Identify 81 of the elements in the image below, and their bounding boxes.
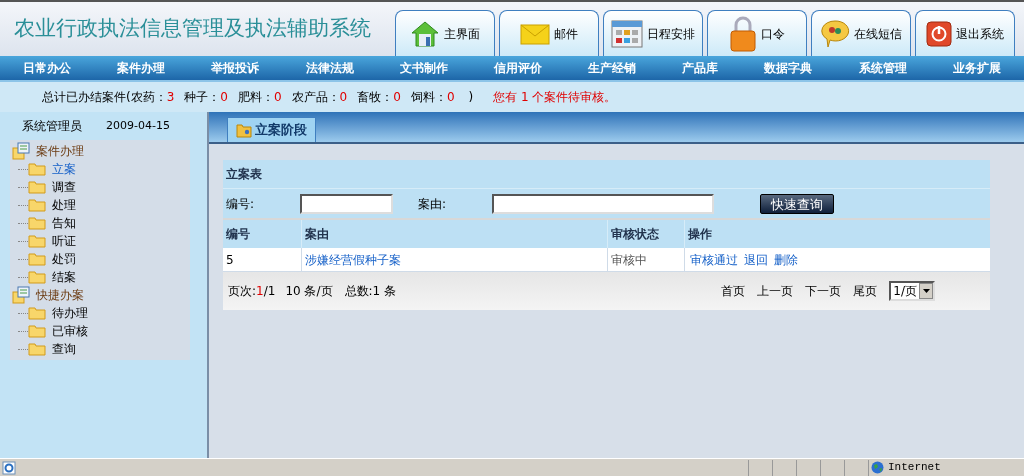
toolbar-button[interactable]: 在线短信 (811, 10, 911, 56)
menu-item[interactable]: 文书制作 (399, 59, 448, 77)
power-icon (926, 20, 952, 47)
tree-item[interactable]: 告知 (52, 214, 76, 232)
app-title: 农业行政执法信息管理及执法辅助系统 (13, 15, 372, 43)
menu-item[interactable]: 系统管理 (858, 59, 907, 77)
toolbar-button[interactable]: 邮件 (499, 10, 599, 56)
case-link[interactable]: 涉嫌经营假种子案 (305, 250, 401, 269)
folder-icon (28, 162, 46, 176)
folder-icon (28, 216, 46, 230)
menu-item[interactable]: 举报投诉 (211, 59, 260, 77)
folder-icon (28, 306, 46, 320)
tree-item[interactable]: 听证 (52, 232, 76, 250)
toolbar-button[interactable]: 主界面 (395, 10, 495, 56)
folder-list-icon (12, 142, 30, 160)
field-label: 编号: (226, 195, 255, 213)
page-link[interactable]: 上一页 (757, 282, 794, 300)
folder-icon (28, 180, 46, 194)
form-title: 立案表 (223, 160, 990, 188)
globe-icon (871, 461, 884, 474)
column-header: 审核状态 (611, 226, 659, 243)
tree-item[interactable]: 待办理 (52, 304, 88, 322)
folder-icon (28, 324, 46, 338)
action-link[interactable]: 审核通过 (690, 250, 738, 269)
tree-item[interactable]: 查询 (52, 340, 76, 358)
tree-item[interactable]: 处理 (52, 196, 76, 214)
zone-text: Internet (888, 460, 941, 476)
calendar-icon (611, 19, 643, 48)
folder-icon (28, 198, 46, 212)
table-cell-text: 审核中 (611, 251, 647, 269)
folder-list-icon (12, 286, 30, 304)
user-name: 系统管理员 (22, 118, 82, 135)
house-icon (410, 19, 440, 48)
page-info: 页次:1/1 (228, 283, 276, 300)
text-input[interactable] (300, 193, 393, 214)
menu-item[interactable]: 日常办公 (23, 59, 72, 77)
menu-item[interactable]: 数据字典 (764, 59, 813, 77)
menu-item[interactable]: 信用评价 (493, 59, 542, 77)
toolbar-button[interactable]: 退出系统 (915, 10, 1015, 56)
tab[interactable]: 立案阶段 (227, 117, 316, 142)
menu-item[interactable]: 业务扩展 (952, 59, 1001, 77)
dropdown-arrow-icon (922, 289, 930, 293)
column-header: 案由 (305, 226, 329, 243)
folder-user-icon (236, 122, 252, 138)
toolbar-button[interactable]: 口令 (707, 10, 807, 56)
menu-item[interactable]: 产品库 (682, 59, 719, 77)
column-header: 编号 (226, 226, 250, 243)
field-label: 案由: (418, 195, 447, 213)
menu-item[interactable]: 案件办理 (117, 59, 166, 77)
page-select[interactable]: 1/页 (889, 281, 935, 301)
padlock-icon (729, 15, 757, 52)
folder-icon (28, 270, 46, 284)
search-button[interactable]: 快速查询 (760, 193, 834, 214)
tree-item[interactable]: 立案 (52, 160, 76, 178)
column-header: 操作 (688, 226, 712, 243)
date-text: 2009-04-15 (106, 117, 170, 134)
tree-group[interactable]: 快捷办案 (36, 286, 84, 304)
menu-item[interactable]: 生产经销 (588, 59, 637, 77)
folder-icon (28, 234, 46, 248)
tree-item[interactable]: 处罚 (52, 250, 76, 268)
menu-item[interactable]: 法律法规 (305, 59, 354, 77)
chat-bubble-icon (820, 18, 850, 49)
page-link[interactable]: 首页 (721, 282, 746, 300)
tree-item[interactable]: 结案 (52, 268, 76, 286)
folder-icon (28, 252, 46, 266)
total-count: 总数:1 条 (344, 283, 396, 300)
toolbar-button[interactable]: 日程安排 (603, 10, 703, 56)
tree-item[interactable]: 已审核 (52, 322, 88, 340)
tree-item[interactable]: 调查 (52, 178, 76, 196)
envelope-icon (520, 21, 550, 46)
tree-group[interactable]: 案件办理 (36, 142, 84, 160)
folder-icon (28, 342, 46, 356)
action-link[interactable]: 删除 (774, 250, 798, 269)
table-cell-text: 5 (226, 251, 234, 269)
page-link[interactable]: 下一页 (805, 282, 842, 300)
per-page-text: 10 条/页 (285, 283, 333, 300)
action-link[interactable]: 退回 (744, 250, 768, 269)
text-input[interactable] (492, 193, 714, 214)
page-link[interactable]: 尾页 (853, 282, 878, 300)
case-stats-text: 总计已办结案件(农药：3 种子：0 肥料：0 农产品：0 畜牧：0 饲料：0 ) (42, 89, 474, 106)
pending-notice: 您有 1 个案件待审核。 (493, 89, 617, 106)
